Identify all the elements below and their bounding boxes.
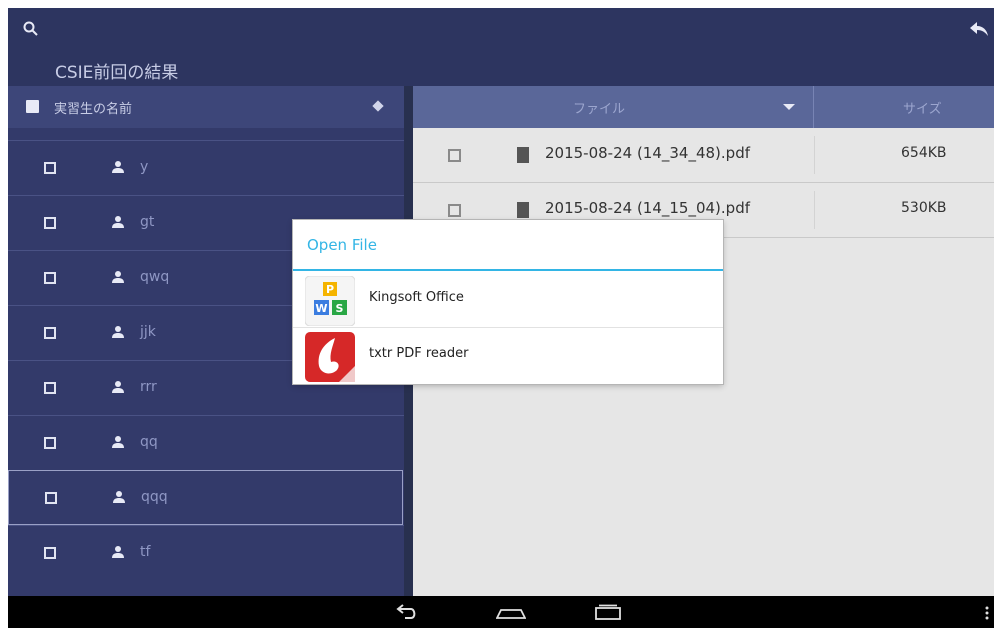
svg-text:P: P — [326, 283, 334, 296]
app-option-label: Kingsoft Office — [369, 290, 464, 305]
menu-icon[interactable] — [985, 606, 989, 620]
file-name: 2015-08-24 (14_15_04).pdf — [545, 199, 750, 217]
student-column-header[interactable]: 実習生の名前 — [8, 86, 404, 128]
system-nav-bar — [8, 596, 994, 628]
contact-card-icon — [26, 100, 39, 113]
dialog-title-divider — [293, 269, 723, 271]
checkbox[interactable] — [44, 547, 56, 559]
student-name: rrr — [140, 379, 157, 395]
student-row[interactable]: y — [8, 140, 404, 195]
recent-apps-icon[interactable] — [595, 604, 621, 620]
pdf-file-icon — [517, 202, 529, 218]
dropdown-arrow-icon[interactable] — [783, 104, 795, 110]
app-screen: CSIE前回の結果 実習生の名前 y gt qwq jjk rrr qq qqq tf ファイ… — [8, 8, 994, 628]
student-name: jjk — [140, 324, 156, 340]
student-row[interactable]: qqq — [8, 470, 403, 525]
kingsoft-office-icon: P W S — [305, 276, 355, 326]
txtr-pdf-reader-icon — [305, 332, 355, 382]
student-name: y — [140, 159, 149, 175]
file-table-header: ファイル サイズ — [413, 86, 994, 128]
header-divider — [813, 86, 814, 128]
checkbox[interactable] — [44, 272, 56, 284]
checkbox[interactable] — [44, 327, 56, 339]
student-header-label: 実習生の名前 — [54, 102, 133, 117]
cell-divider — [814, 191, 815, 229]
person-icon — [113, 491, 125, 503]
checkbox[interactable] — [45, 492, 57, 504]
checkbox[interactable] — [44, 382, 56, 394]
file-size: 530KB — [901, 200, 947, 216]
size-column-header[interactable]: サイズ — [903, 98, 942, 117]
search-icon[interactable] — [22, 20, 40, 38]
dialog-title: Open File — [307, 236, 377, 254]
svg-text:S: S — [336, 302, 344, 315]
open-file-dialog: Open File P W S Kingsoft Office txtr PDF… — [293, 220, 723, 384]
checkbox[interactable] — [44, 437, 56, 449]
checkbox[interactable] — [448, 204, 461, 217]
page-title: CSIE前回の結果 — [55, 63, 179, 83]
pdf-file-icon — [517, 147, 529, 163]
checkbox[interactable] — [44, 162, 56, 174]
file-size: 654KB — [901, 145, 947, 161]
person-icon — [112, 271, 124, 283]
person-icon — [112, 381, 124, 393]
top-bar: CSIE前回の結果 — [8, 8, 994, 86]
student-row[interactable]: qq — [8, 415, 404, 470]
file-name: 2015-08-24 (14_34_48).pdf — [545, 144, 750, 162]
student-name: tf — [140, 544, 151, 560]
person-icon — [112, 436, 124, 448]
cell-divider — [814, 136, 815, 174]
reply-icon[interactable] — [968, 20, 990, 38]
person-icon — [112, 326, 124, 338]
checkbox[interactable] — [44, 217, 56, 229]
student-name: qq — [140, 434, 158, 450]
file-row[interactable]: 2015-08-24 (14_34_48).pdf 654KB — [413, 128, 994, 183]
person-icon — [112, 161, 124, 173]
student-name: qwq — [140, 269, 170, 285]
file-column-header[interactable]: ファイル — [573, 98, 625, 117]
sort-icon[interactable] — [372, 100, 384, 112]
back-icon[interactable] — [395, 602, 419, 622]
app-option-kingsoft[interactable]: P W S Kingsoft Office — [293, 272, 723, 328]
student-name: qqq — [141, 489, 168, 505]
svg-text:W: W — [315, 302, 327, 315]
student-name: gt — [140, 214, 155, 230]
checkbox[interactable] — [448, 149, 461, 162]
home-icon[interactable] — [496, 609, 526, 619]
app-option-txtr[interactable]: txtr PDF reader — [293, 328, 723, 384]
student-row[interactable]: tf — [8, 525, 404, 580]
person-icon — [112, 216, 124, 228]
app-option-label: txtr PDF reader — [369, 346, 469, 361]
person-icon — [112, 546, 124, 558]
